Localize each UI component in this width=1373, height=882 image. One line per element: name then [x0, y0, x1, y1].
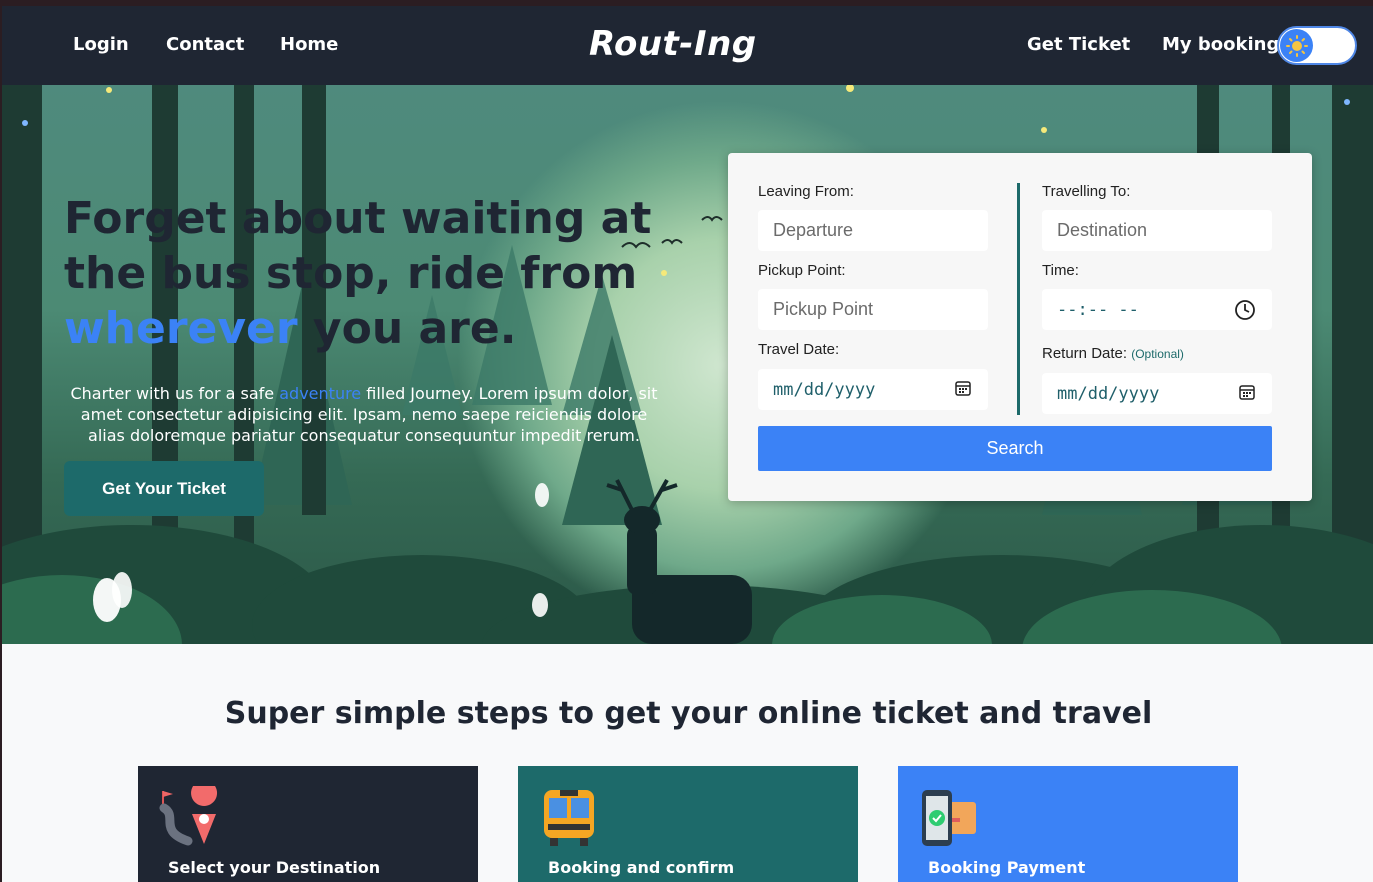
- map-pin-route-icon: [158, 780, 220, 852]
- step-card-payment[interactable]: Booking Payment: [898, 766, 1238, 882]
- calendar-icon[interactable]: [954, 379, 972, 402]
- nav-contact-link[interactable]: Contact: [166, 34, 244, 55]
- hero-subtext: Charter with us for a safe adventure fil…: [64, 383, 664, 446]
- time-value: --:-- --: [1057, 299, 1139, 320]
- nav-my-booking-link[interactable]: My booking: [1162, 34, 1279, 55]
- return-date-input[interactable]: mm/dd/yyyy: [1042, 373, 1272, 414]
- sun-icon: [1280, 29, 1313, 62]
- travelling-to-label: Travelling To:: [1042, 183, 1131, 200]
- hero-section: Forget about waiting at the bus stop, ri…: [2, 85, 1373, 644]
- departure-input[interactable]: Departure: [758, 210, 988, 251]
- destination-input[interactable]: Destination: [1042, 210, 1272, 251]
- headline-accent: wherever: [64, 303, 298, 354]
- pickup-point-input[interactable]: Pickup Point: [758, 289, 988, 330]
- return-date-value: mm/dd/yyyy: [1057, 383, 1160, 404]
- steps-title: Super simple steps to get your online ti…: [224, 696, 1153, 731]
- step-card-title: Booking and confirm: [548, 858, 735, 877]
- phone-payment-icon: [918, 786, 980, 852]
- bus-icon: [538, 786, 600, 852]
- subtext-1: Charter with us for a safe: [70, 384, 275, 403]
- return-date-label: Return Date: (Optional): [1042, 345, 1184, 362]
- step-card-booking[interactable]: Booking and confirm: [518, 766, 858, 882]
- travel-date-input[interactable]: mm/dd/yyyy: [758, 369, 988, 410]
- return-date-label-text: Return Date:: [1042, 345, 1128, 362]
- nav-get-ticket-link[interactable]: Get Ticket: [1027, 34, 1130, 55]
- top-navbar: Login Contact Home Rout-Ing Get Ticket M…: [2, 6, 1373, 85]
- hero-headline: Forget about waiting at the bus stop, ri…: [64, 191, 664, 356]
- browser-viewport: Login Contact Home Rout-Ing Get Ticket M…: [2, 6, 1373, 882]
- travel-date-label: Travel Date:: [758, 341, 840, 358]
- headline-text-2: you are.: [312, 303, 517, 354]
- step-card-destination[interactable]: Select your Destination: [138, 766, 478, 882]
- nav-login-link[interactable]: Login: [73, 34, 129, 55]
- optional-tag: (Optional): [1131, 347, 1184, 361]
- get-your-ticket-button[interactable]: Get Your Ticket: [64, 461, 264, 516]
- theme-toggle[interactable]: [1277, 26, 1357, 65]
- time-input[interactable]: --:-- --: [1042, 289, 1272, 330]
- step-card-title: Select your Destination: [168, 858, 381, 877]
- search-button[interactable]: Search: [758, 426, 1272, 471]
- nav-home-link[interactable]: Home: [280, 34, 338, 55]
- travel-date-value: mm/dd/yyyy: [773, 379, 876, 400]
- leaving-from-label: Leaving From:: [758, 183, 854, 200]
- step-card-title: Booking Payment: [928, 858, 1086, 877]
- calendar-icon[interactable]: [1238, 383, 1256, 406]
- pickup-point-label: Pickup Point:: [758, 262, 846, 279]
- form-divider: [1017, 183, 1020, 415]
- time-label: Time:: [1042, 262, 1079, 279]
- site-logo[interactable]: Rout-Ing: [589, 24, 757, 64]
- clock-icon[interactable]: [1234, 299, 1256, 326]
- subtext-accent: adventure: [279, 384, 362, 403]
- headline-text-1: Forget about waiting at the bus stop, ri…: [64, 193, 652, 299]
- booking-form: Leaving From: Departure Pickup Point: Pi…: [728, 153, 1312, 501]
